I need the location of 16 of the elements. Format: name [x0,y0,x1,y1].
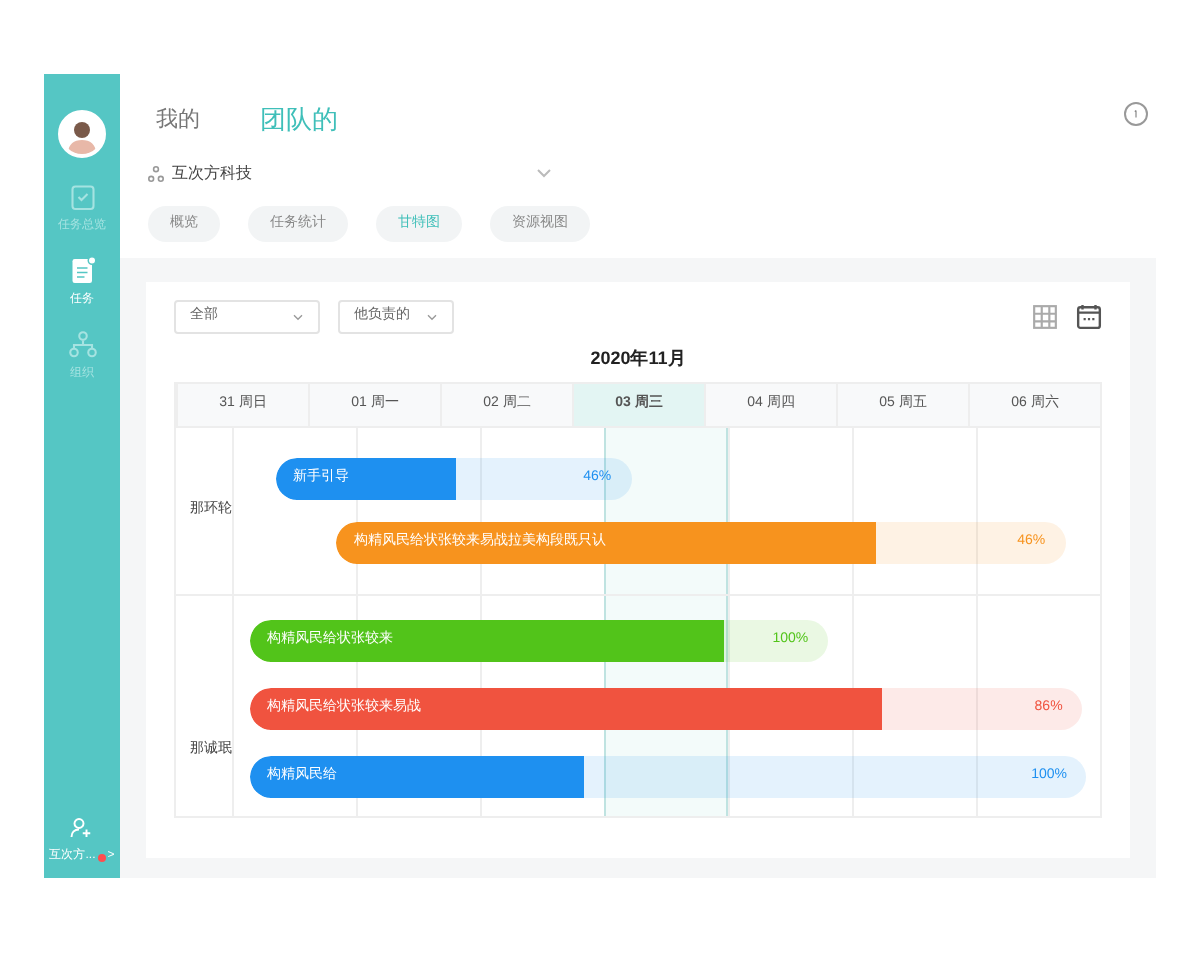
info-icon[interactable] [1124,102,1148,126]
hierarchy-icon[interactable] [67,330,97,360]
org-icon [148,166,164,182]
clipboard-check-icon[interactable] [67,182,97,212]
header-tab[interactable]: 团队的 [260,99,338,146]
header-tab[interactable]: 我的 [156,103,200,146]
document-icon[interactable] [67,256,97,286]
month-title: 2020年11月 [588,346,688,372]
org-name: 互次方科技 [172,162,254,186]
calendar-icon[interactable] [1076,304,1102,330]
caret-icon[interactable] [292,313,304,321]
table-view-icon[interactable] [1032,304,1058,330]
chevron-icon[interactable] [536,168,552,180]
avatar[interactable] [58,110,106,158]
invite-icon[interactable] [70,816,94,840]
caret-icon[interactable] [426,313,438,321]
